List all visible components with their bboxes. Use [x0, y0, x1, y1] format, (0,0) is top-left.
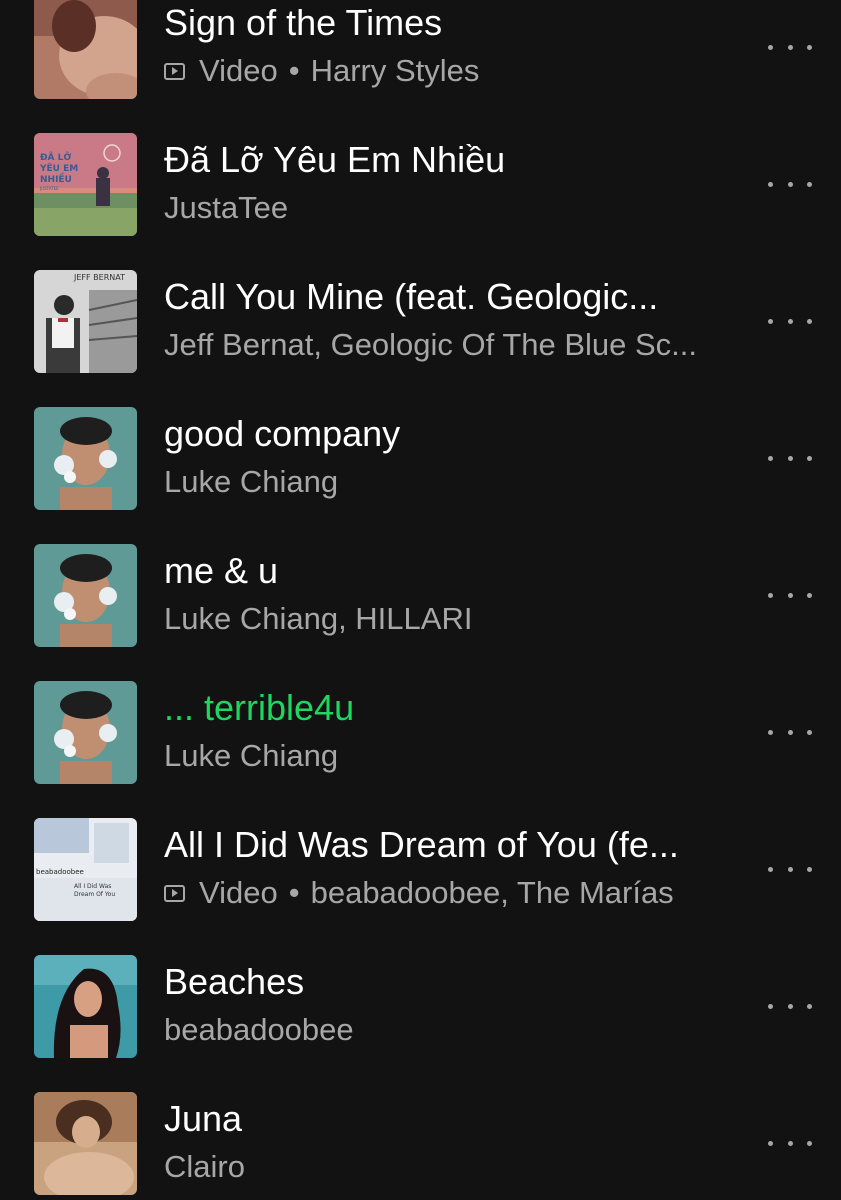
- album-art: [34, 955, 137, 1058]
- track-title: Juna: [164, 1099, 243, 1139]
- album-art: [34, 1092, 137, 1195]
- cover-text: beabadoobee: [36, 868, 84, 876]
- track-title: good company: [164, 414, 401, 454]
- more-options-icon[interactable]: [768, 169, 812, 199]
- album-art: [34, 544, 137, 647]
- album-art: [34, 407, 137, 510]
- more-options-icon[interactable]: [768, 854, 812, 884]
- track-title: me & u: [164, 551, 279, 591]
- track-row[interactable]: Juna Clairo: [0, 1092, 841, 1196]
- separator-dot: •: [288, 53, 300, 88]
- track-title: Sign of the Times: [164, 3, 443, 43]
- track-row[interactable]: Sign of the Times Video • Harry Styles: [0, 0, 841, 100]
- track-subtitle: JustaTee: [164, 190, 724, 226]
- track-artists: Luke Chiang: [164, 738, 339, 773]
- track-artists: Jeff Bernat, Geologic Of The Blue Sc...: [164, 327, 698, 362]
- more-options-icon[interactable]: [768, 991, 812, 1021]
- track-row[interactable]: ĐÃ LỠ YÊU EM NHIỀU JUSTATEE Đã Lỡ Yêu Em…: [0, 133, 841, 237]
- cover-text: JUSTATEE: [39, 186, 59, 191]
- track-subtitle: Video • Harry Styles: [164, 53, 724, 89]
- track-artists: Luke Chiang: [164, 464, 339, 499]
- cover-text: JEFF BERNAT: [73, 273, 125, 282]
- separator-dot: •: [288, 875, 300, 910]
- track-title: Beaches: [164, 962, 305, 1002]
- more-options-icon[interactable]: [768, 1128, 812, 1158]
- video-icon: [164, 62, 185, 80]
- more-options-icon[interactable]: [768, 580, 812, 610]
- track-subtitle: Luke Chiang: [164, 738, 724, 774]
- more-options-icon[interactable]: [768, 717, 812, 747]
- track-subtitle: Luke Chiang: [164, 464, 724, 500]
- track-row[interactable]: good company Luke Chiang: [0, 407, 841, 511]
- track-row[interactable]: JEFF BERNAT Call You Mine (feat. Geologi…: [0, 270, 841, 374]
- album-art: [34, 681, 137, 784]
- track-artists: Harry Styles: [310, 53, 480, 88]
- cover-text: All I Did Was: [74, 883, 111, 890]
- track-row[interactable]: me & u Luke Chiang, HILLARI: [0, 544, 841, 648]
- video-label: Video: [199, 875, 278, 910]
- track-row[interactable]: beabadoobee All I Did Was Dream Of You A…: [0, 818, 841, 922]
- video-label: Video: [199, 53, 278, 88]
- track-artists: Luke Chiang, HILLARI: [164, 601, 473, 636]
- track-artists: JustaTee: [164, 190, 289, 225]
- track-row-now-playing[interactable]: ... terrible4u Luke Chiang: [0, 681, 841, 785]
- album-art: JEFF BERNAT: [34, 270, 137, 373]
- track-artists: Clairo: [164, 1149, 245, 1184]
- track-title: Call You Mine (feat. Geologic...: [164, 277, 659, 317]
- album-art: ĐÃ LỠ YÊU EM NHIỀU JUSTATEE: [34, 133, 137, 236]
- cover-text: YÊU EM: [39, 162, 78, 174]
- album-art: [34, 0, 137, 99]
- more-options-icon[interactable]: [768, 443, 812, 473]
- track-subtitle: Video • beabadoobee, The Marías: [164, 875, 724, 911]
- track-subtitle: Luke Chiang, HILLARI: [164, 601, 724, 637]
- cover-text: Dream Of You: [74, 891, 115, 898]
- track-subtitle: beabadoobee: [164, 1012, 724, 1048]
- more-options-icon[interactable]: [768, 32, 812, 62]
- track-title: Đã Lỡ Yêu Em Nhiều: [164, 140, 506, 180]
- track-subtitle: Jeff Bernat, Geologic Of The Blue Sc...: [164, 327, 724, 363]
- track-title: All I Did Was Dream of You (fe...: [164, 825, 679, 865]
- album-art: beabadoobee All I Did Was Dream Of You: [34, 818, 137, 921]
- track-artists: beabadoobee, The Marías: [310, 875, 674, 910]
- cover-text: ĐÃ LỠ: [40, 151, 71, 163]
- video-icon: [164, 884, 185, 902]
- track-title: ... terrible4u: [164, 688, 355, 728]
- track-row[interactable]: Beaches beabadoobee: [0, 955, 841, 1059]
- track-list: Sign of the Times Video • Harry Styles Đ…: [0, 0, 841, 1200]
- track-artists: beabadoobee: [164, 1012, 354, 1047]
- track-subtitle: Clairo: [164, 1149, 724, 1185]
- more-options-icon[interactable]: [768, 306, 812, 336]
